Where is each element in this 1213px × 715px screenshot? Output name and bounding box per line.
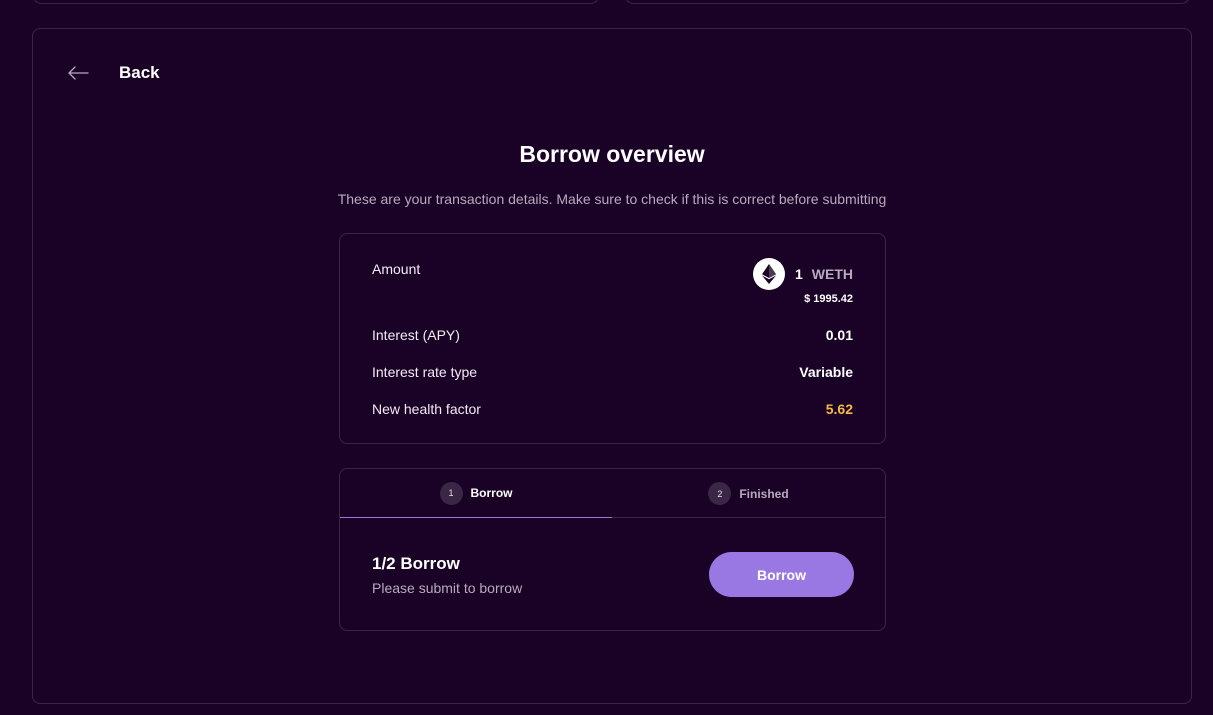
amount-value: 1 (794, 266, 803, 282)
transaction-details: Amount 1 WETH $ 1995.42 Interest (APY) 0… (339, 233, 886, 444)
ethereum-icon (752, 258, 785, 290)
amount-symbol: WETH (811, 266, 853, 282)
top-card-left (32, 0, 600, 4)
step-number-badge: 1 (439, 481, 463, 505)
rate-type-label: Interest rate type (372, 364, 478, 380)
step-number-badge: 2 (708, 482, 732, 505)
step-tabs: 1 Borrow 2 Finished (340, 469, 885, 518)
health-factor-value: 5.62 (825, 401, 853, 417)
amount-value-group: 1 WETH (752, 258, 853, 290)
interest-label: Interest (APY) (372, 327, 460, 343)
rate-type-value: Variable (799, 364, 853, 380)
page-title: Borrow overview (519, 141, 705, 167)
tab-label: Borrow (470, 486, 513, 500)
top-card-right (624, 0, 1191, 4)
back-label: Back (119, 63, 160, 82)
step-title: 1/2 Borrow (372, 554, 460, 573)
back-button[interactable]: Back (67, 63, 160, 83)
amount-usd: $ 1995.42 (804, 293, 853, 305)
arrow-left-icon (67, 66, 89, 80)
tab-finished[interactable]: 2 Finished (612, 469, 885, 518)
interest-value: 0.01 (825, 327, 853, 343)
step-description: Please submit to borrow (372, 580, 523, 596)
amount-label: Amount (372, 261, 421, 277)
page-subtitle: These are your transaction details. Make… (337, 191, 887, 207)
borrow-steps: 1 Borrow 2 Finished 1/2 Borrow Please su… (339, 468, 886, 631)
borrow-panel: Back Borrow overview These are your tran… (32, 28, 1192, 704)
tab-borrow[interactable]: 1 Borrow (340, 469, 612, 518)
health-factor-label: New health factor (372, 401, 481, 417)
borrow-button[interactable]: Borrow (709, 552, 854, 597)
tab-label: Finished (739, 486, 789, 501)
